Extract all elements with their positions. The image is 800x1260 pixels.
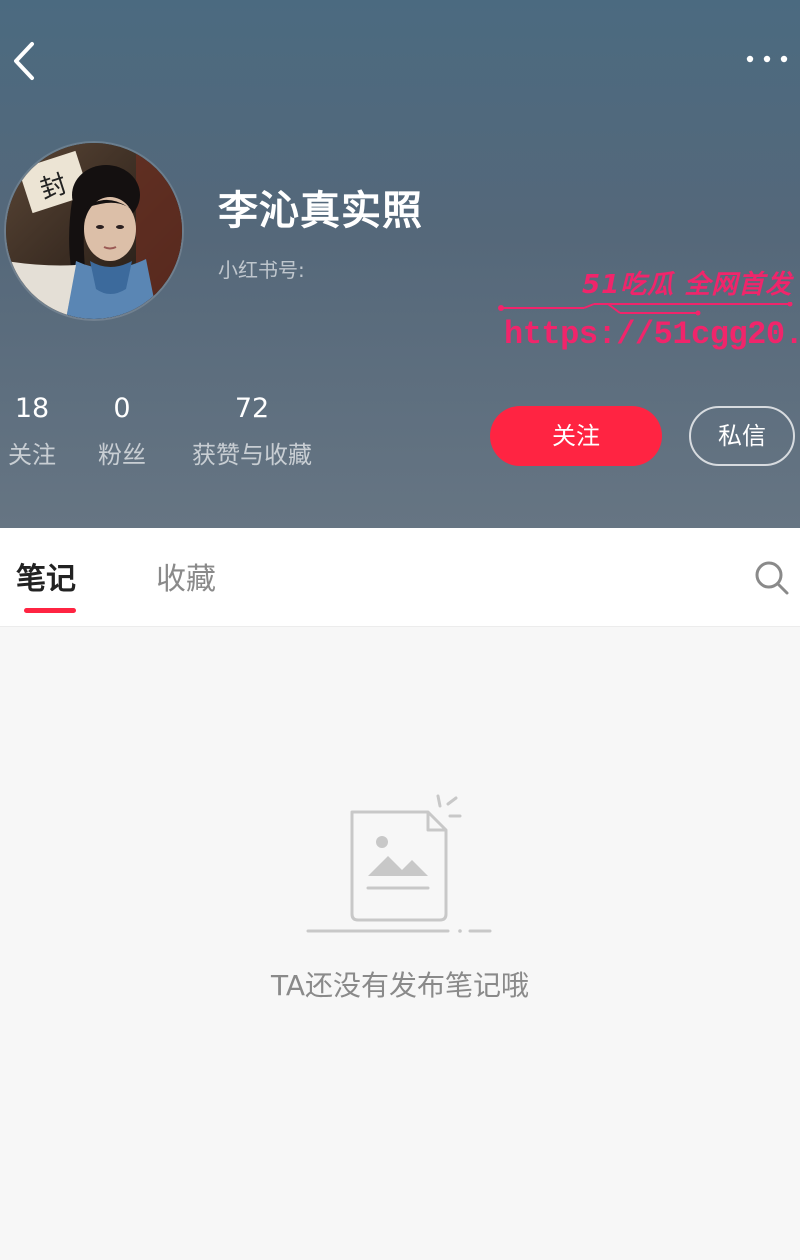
likes-label: 获赞与收藏 (192, 441, 312, 469)
following-count: 18 (14, 393, 50, 424)
profile-header: 封 李沁真实照 小红书号: 51吃瓜 全网首发 https://51cgg20.… (0, 0, 800, 528)
avatar-image: 封 (6, 143, 182, 319)
likes-count: 72 (234, 393, 270, 424)
tab-notes[interactable]: 笔记 (16, 554, 76, 598)
watermark: 51吃瓜 全网首发 https://51cgg20.com (498, 260, 800, 360)
empty-state-message: TA还没有发布笔记哦 (270, 969, 530, 1002)
avatar[interactable]: 封 (6, 143, 182, 319)
chevron-left-icon (14, 42, 34, 80)
watermark-url: https://51cgg20.com (504, 316, 800, 353)
following-stat[interactable]: 18 关注 (2, 392, 62, 472)
following-label: 关注 (8, 441, 56, 469)
active-tab-indicator (24, 608, 76, 613)
back-button[interactable] (6, 36, 50, 86)
profile-id: 小红书号: (218, 258, 305, 282)
follow-button[interactable]: 关注 (490, 406, 662, 466)
profile-tabs: 笔记 收藏 (0, 528, 800, 627)
fans-stat[interactable]: 0 粉丝 (92, 392, 152, 472)
fans-count: 0 (113, 393, 131, 424)
likes-stat[interactable]: 72 获赞与收藏 (184, 392, 320, 472)
empty-state-illustration (300, 790, 500, 940)
message-button[interactable]: 私信 (689, 406, 795, 466)
watermark-brand: 51吃瓜 全网首发 (582, 270, 793, 300)
fans-label: 粉丝 (98, 441, 146, 469)
more-dots-icon (746, 55, 788, 63)
more-button[interactable] (742, 44, 792, 74)
search-icon (755, 561, 789, 595)
empty-image-doc-icon (306, 794, 492, 933)
circuit-line-icon (498, 302, 793, 316)
tab-collections[interactable]: 收藏 (156, 554, 216, 598)
profile-name: 李沁真实照 (218, 188, 423, 234)
search-button[interactable] (752, 558, 792, 598)
